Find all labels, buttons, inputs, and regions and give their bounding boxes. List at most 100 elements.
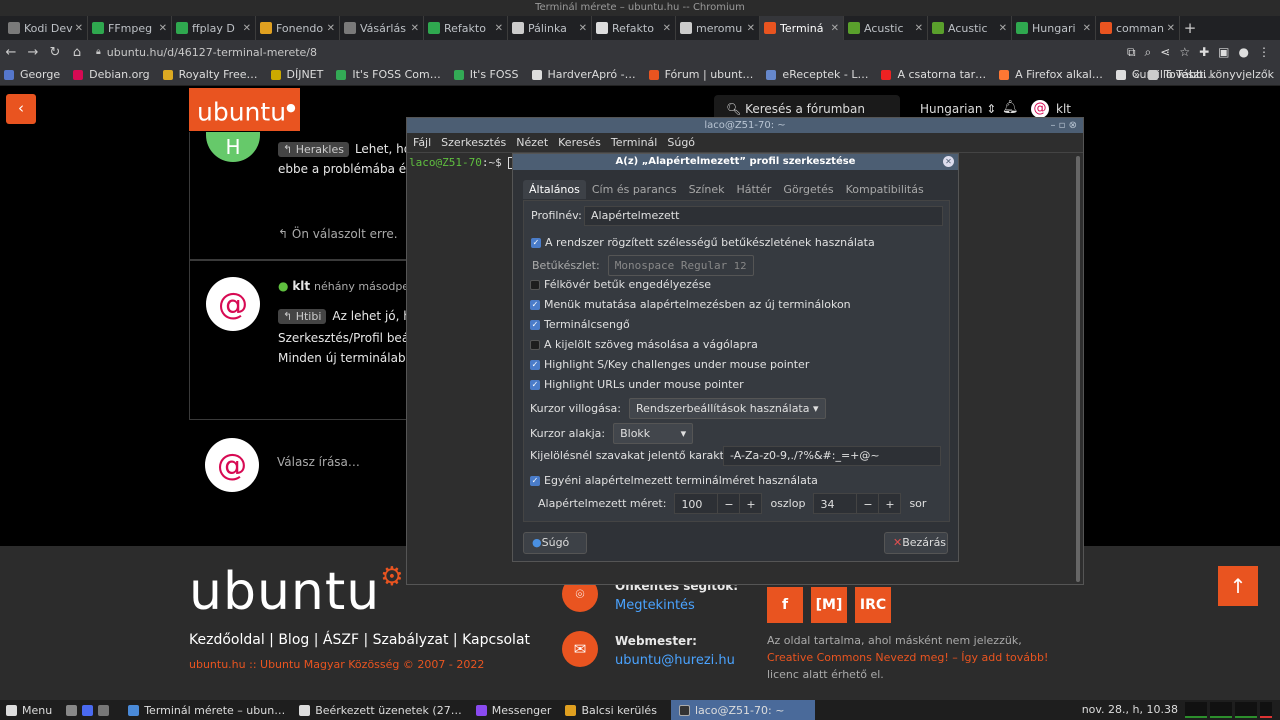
dialog-tab[interactable]: Háttér — [730, 180, 777, 199]
sidepanel-icon[interactable]: ▣ — [1218, 45, 1229, 59]
columns-spinner[interactable]: 100− + — [674, 493, 763, 514]
blink-select[interactable]: Rendszerbeállítások használata ▾ — [629, 398, 826, 419]
font-button[interactable]: Monospace Regular 12 — [607, 255, 754, 276]
bell-icon[interactable]: 🔔︎ — [1002, 100, 1019, 115]
browser-tab[interactable]: Kodi Dev ✕ — [4, 16, 88, 40]
tab-close-icon[interactable]: ✕ — [1083, 23, 1091, 34]
language-select[interactable]: Hungarian ⇕ — [920, 102, 996, 116]
back-button[interactable]: ‹ — [6, 94, 36, 124]
site-logo[interactable]: ubuntu● — [189, 88, 300, 131]
close-icon[interactable]: ✕ — [943, 156, 954, 167]
terminal-menu-item[interactable]: Keresés — [558, 136, 601, 149]
back-icon[interactable]: ← — [0, 45, 22, 60]
bookmark-item[interactable]: Fórum | ubunt… — [648, 68, 753, 81]
checkbox-menubar[interactable]: ✓ Menük mutatása alapértelmezésben az új … — [530, 298, 851, 311]
taskbar-item[interactable]: Terminál mérete – ubun… — [128, 704, 285, 717]
reload-icon[interactable]: ↻ — [44, 45, 66, 60]
terminal-menu-item[interactable]: Nézet — [516, 136, 548, 149]
tab-close-icon[interactable]: ✕ — [243, 23, 251, 34]
user-name[interactable]: klt — [1056, 102, 1071, 116]
home-icon[interactable]: ⌂ — [66, 45, 88, 60]
browser-tab[interactable]: Refakto ✕ — [424, 16, 508, 40]
taskbar-item[interactable]: Balcsi kerülés — [565, 704, 657, 717]
install-icon[interactable]: ⧉ — [1127, 45, 1136, 60]
tab-close-icon[interactable]: ✕ — [159, 23, 167, 34]
user-avatar[interactable]: @ — [1031, 100, 1049, 118]
custom-size-check[interactable]: ✓ Egyéni alapértelmezett terminálméret ha… — [530, 474, 818, 487]
share-icon[interactable]: ⋖ — [1160, 45, 1170, 59]
bookmarks-more-icon[interactable]: » — [1133, 68, 1140, 81]
checkbox-skey[interactable]: ✓ Highlight S/Key challenges under mouse … — [530, 358, 809, 371]
checkbox-bold[interactable]: Félkövér betűk engedélyezése — [530, 278, 711, 291]
quick-launch[interactable] — [66, 704, 114, 716]
fixed-font-check[interactable]: ✓ A rendszer rögzített szélességű betűkés… — [531, 236, 875, 249]
tab-close-icon[interactable]: ✕ — [831, 23, 839, 34]
rows-spinner[interactable]: 34− + — [813, 493, 902, 514]
profile-icon[interactable]: ● — [1239, 45, 1249, 59]
bookmark-item[interactable]: Debian.org — [73, 68, 150, 81]
irc-icon[interactable]: IRC — [855, 587, 891, 623]
browser-tab[interactable]: Fonendo ✕ — [256, 16, 340, 40]
taskbar-item[interactable]: Beérkezett üzenetek (27… — [299, 704, 462, 717]
checkbox-bell[interactable]: ✓ Terminálcsengő — [530, 318, 630, 331]
tab-close-icon[interactable]: ✕ — [747, 23, 755, 34]
scroll-top-button[interactable]: ↑ — [1218, 566, 1258, 606]
bookmark-item[interactable]: It's FOSS Com… — [336, 68, 441, 81]
terminal-menu-item[interactable]: Fájl — [413, 136, 431, 149]
clock[interactable]: nov. 28., h, 10.38 — [1082, 703, 1178, 716]
browser-tab[interactable]: Vásárlás ✕ — [340, 16, 424, 40]
quote-badge[interactable]: ↰ Herakles — [278, 142, 349, 157]
browser-tab[interactable]: comman ✕ — [1096, 16, 1180, 40]
terminal-scrollbar[interactable] — [1076, 156, 1080, 582]
extensions-icon[interactable]: ✚ — [1199, 45, 1209, 59]
bookmark-item[interactable]: George — [4, 68, 60, 81]
tab-close-icon[interactable]: ✕ — [75, 23, 83, 34]
tab-close-icon[interactable]: ✕ — [915, 23, 923, 34]
dialog-tab[interactable]: Kompatibilitás — [840, 180, 930, 199]
wordchars-field[interactable]: -A-Za-z0-9,./?%&#:_=+@~ — [723, 445, 941, 466]
star-icon[interactable]: ☆ — [1179, 45, 1190, 59]
bookmark-item[interactable]: HardverApró -… — [531, 68, 636, 81]
profile-name-field[interactable]: Alapértelmezett — [584, 205, 943, 226]
taskbar-active-terminal[interactable]: laco@Z51-70: ~ — [670, 700, 815, 720]
bookmark-item[interactable]: DÍJNET — [270, 68, 323, 81]
dialog-tab[interactable]: Általános — [523, 180, 586, 199]
bookmark-item[interactable]: A Firefox alkal… — [999, 68, 1103, 81]
bookmark-item[interactable]: A csatorna tar… — [881, 68, 986, 81]
terminal-menu-item[interactable]: Terminál — [611, 136, 658, 149]
browser-tab[interactable]: Pálinka ✕ — [508, 16, 592, 40]
bookmark-item[interactable]: eReceptek - L… — [766, 68, 868, 81]
tab-close-icon[interactable]: ✕ — [663, 23, 671, 34]
bookmark-item[interactable]: It's FOSS — [453, 68, 519, 81]
checkbox-urls[interactable]: ✓ Highlight URLs under mouse pointer — [530, 378, 744, 391]
start-menu[interactable]: Menu — [6, 704, 52, 717]
url-field[interactable]: 🔒︎ ubuntu.hu/d/46127-terminal-merete/8 — [96, 46, 1127, 59]
bookmark-item[interactable]: Royalty Free… — [162, 68, 258, 81]
browser-tab[interactable]: Refakto ✕ — [592, 16, 676, 40]
browser-tab[interactable]: FFmpeg ✕ — [88, 16, 172, 40]
menu-icon[interactable]: ⋮ — [1258, 45, 1270, 59]
browser-tab[interactable]: Terminá ✕ — [760, 16, 844, 40]
zoom-icon[interactable]: ⌕ — [1145, 45, 1152, 60]
tab-close-icon[interactable]: ✕ — [999, 23, 1007, 34]
terminal-prompt[interactable]: laco@Z51-70:~$ — [409, 156, 516, 169]
webmaster-email[interactable]: ubuntu@hurezi.hu — [615, 653, 735, 668]
dialog-tab[interactable]: Cím és parancs — [586, 180, 683, 199]
browser-tab[interactable]: Acustic ✕ — [928, 16, 1012, 40]
tab-close-icon[interactable]: ✕ — [1167, 23, 1175, 34]
volunteers-link[interactable]: Megtekintés — [615, 598, 695, 613]
taskbar-item[interactable]: Messenger — [475, 704, 551, 717]
facebook-icon[interactable]: f — [767, 587, 803, 623]
matrix-icon[interactable]: [M] — [811, 587, 847, 623]
quote-badge[interactable]: ↰ Htibi — [278, 309, 327, 324]
cc-link[interactable]: Creative Commons Nevezd meg! – Így add t… — [767, 651, 1048, 664]
tab-close-icon[interactable]: ✕ — [411, 23, 419, 34]
browser-tab[interactable]: ffplay D ✕ — [172, 16, 256, 40]
window-controls[interactable]: – ▫ ⊗ — [1050, 118, 1077, 133]
dialog-tab[interactable]: Színek — [683, 180, 731, 199]
shape-select[interactable]: Blokk ▾ — [613, 423, 694, 444]
checkbox-copy_sel[interactable]: A kijelölt szöveg másolása a vágólapra — [530, 338, 758, 351]
bookmarks-folder[interactable]: További könyvjelzők — [1148, 68, 1274, 81]
tab-close-icon[interactable]: ✕ — [579, 23, 587, 34]
footer-links[interactable]: Kezdőoldal | Blog | ÁSZF | Szabályzat | … — [189, 632, 530, 648]
